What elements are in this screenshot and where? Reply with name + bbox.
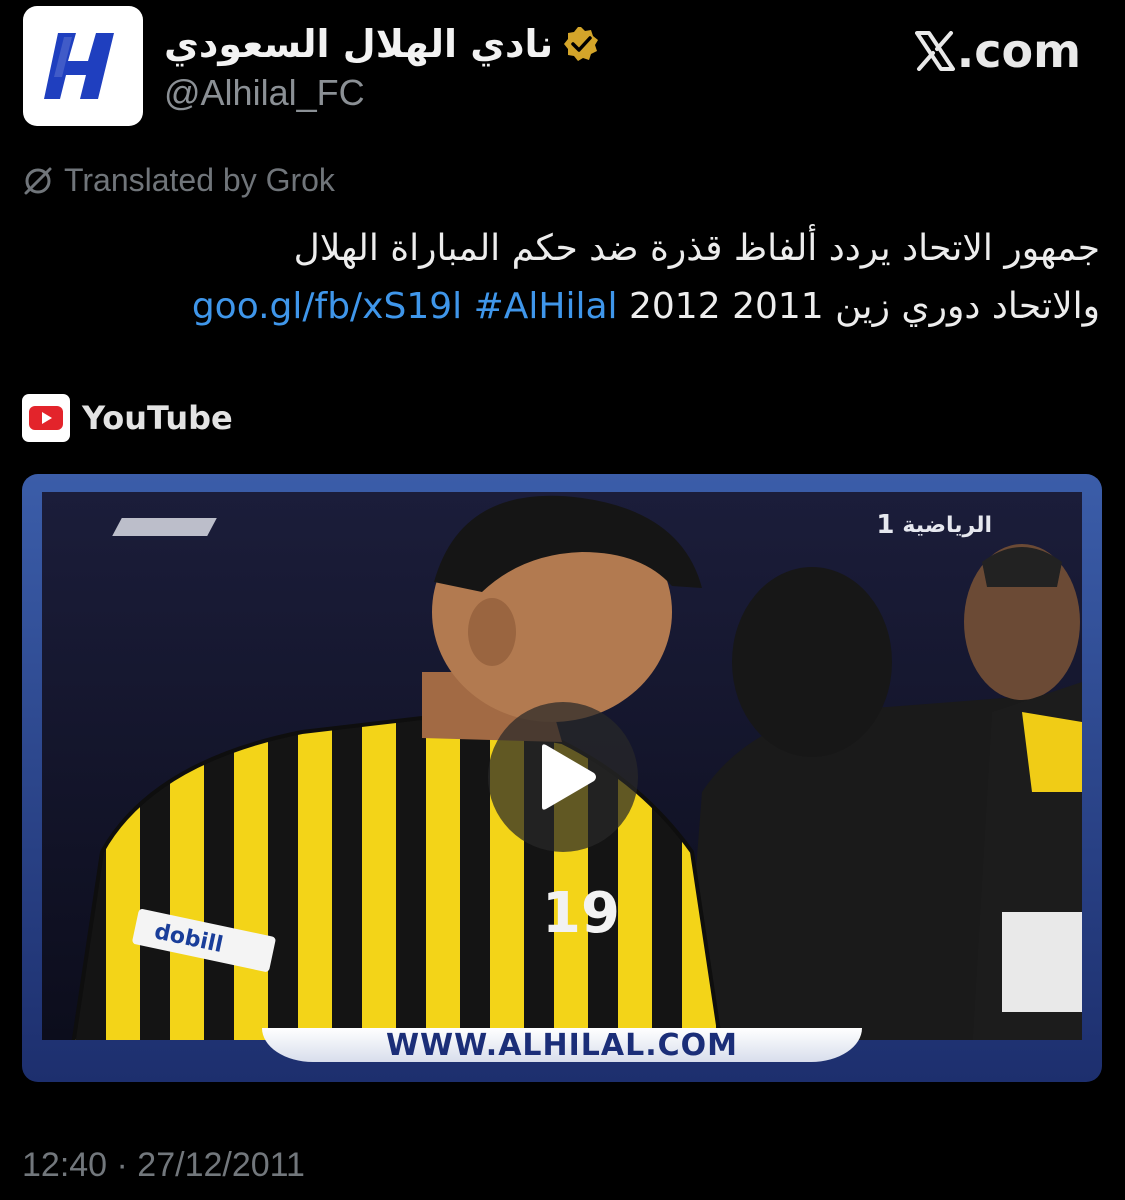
watermark-url: WWW.ALHILAL.COM — [262, 1028, 862, 1063]
x-logo-icon — [914, 31, 955, 71]
tweet-text-line-2: والاتحاد دوري زين 2011 2012 goo.gl/fb/xS… — [60, 278, 1100, 336]
site-label: .com — [956, 24, 1081, 78]
youtube-icon — [22, 394, 70, 442]
author-name-row: نادي الهلال السعودي — [164, 18, 599, 70]
post-timestamp[interactable]: 12:40 · 27/12/2011 — [22, 1146, 305, 1185]
shirt-number: 19 — [542, 881, 620, 946]
tweet-text-line-1: جمهور الاتحاد يردد ألفاظ قذرة ضد حكم الم… — [293, 228, 1100, 269]
grok-icon — [24, 167, 52, 194]
author-handle[interactable]: @Alhilal_FC — [164, 72, 365, 114]
channel-logo-text: الرياضية — [902, 512, 992, 538]
play-button[interactable] — [488, 702, 638, 852]
channel-logo: الرياضية 1 — [876, 510, 992, 540]
verified-badge-icon — [564, 27, 599, 61]
channel-tag — [112, 518, 217, 536]
display-name[interactable]: نادي الهلال السعودي — [164, 22, 553, 66]
translation-note[interactable]: Translated by Grok — [22, 162, 335, 199]
source-name: YouTube — [82, 399, 233, 437]
hashtag-link[interactable]: #AlHilal — [474, 286, 618, 327]
alhilal-logo — [44, 33, 114, 99]
tweet-link[interactable]: goo.gl/fb/xS19l — [192, 286, 462, 327]
video-card[interactable]: dobill 19 الرياضية 1 WWW.ALHILAL.COM — [22, 474, 1102, 1082]
play-icon — [542, 744, 596, 810]
tweet-text: جمهور الاتحاد يردد ألفاظ قذرة ضد حكم الم… — [60, 220, 1100, 336]
tweet-text-plain: والاتحاد دوري زين 2011 2012 — [629, 286, 1100, 327]
watermark-bar: WWW.ALHILAL.COM — [42, 1028, 1082, 1068]
x-com-brand: .com — [914, 24, 1081, 78]
translation-note-label: Translated by Grok — [64, 162, 335, 198]
profile-avatar[interactable] — [23, 6, 143, 126]
channel-number: 1 — [876, 510, 895, 540]
link-source[interactable]: YouTube — [22, 394, 233, 442]
